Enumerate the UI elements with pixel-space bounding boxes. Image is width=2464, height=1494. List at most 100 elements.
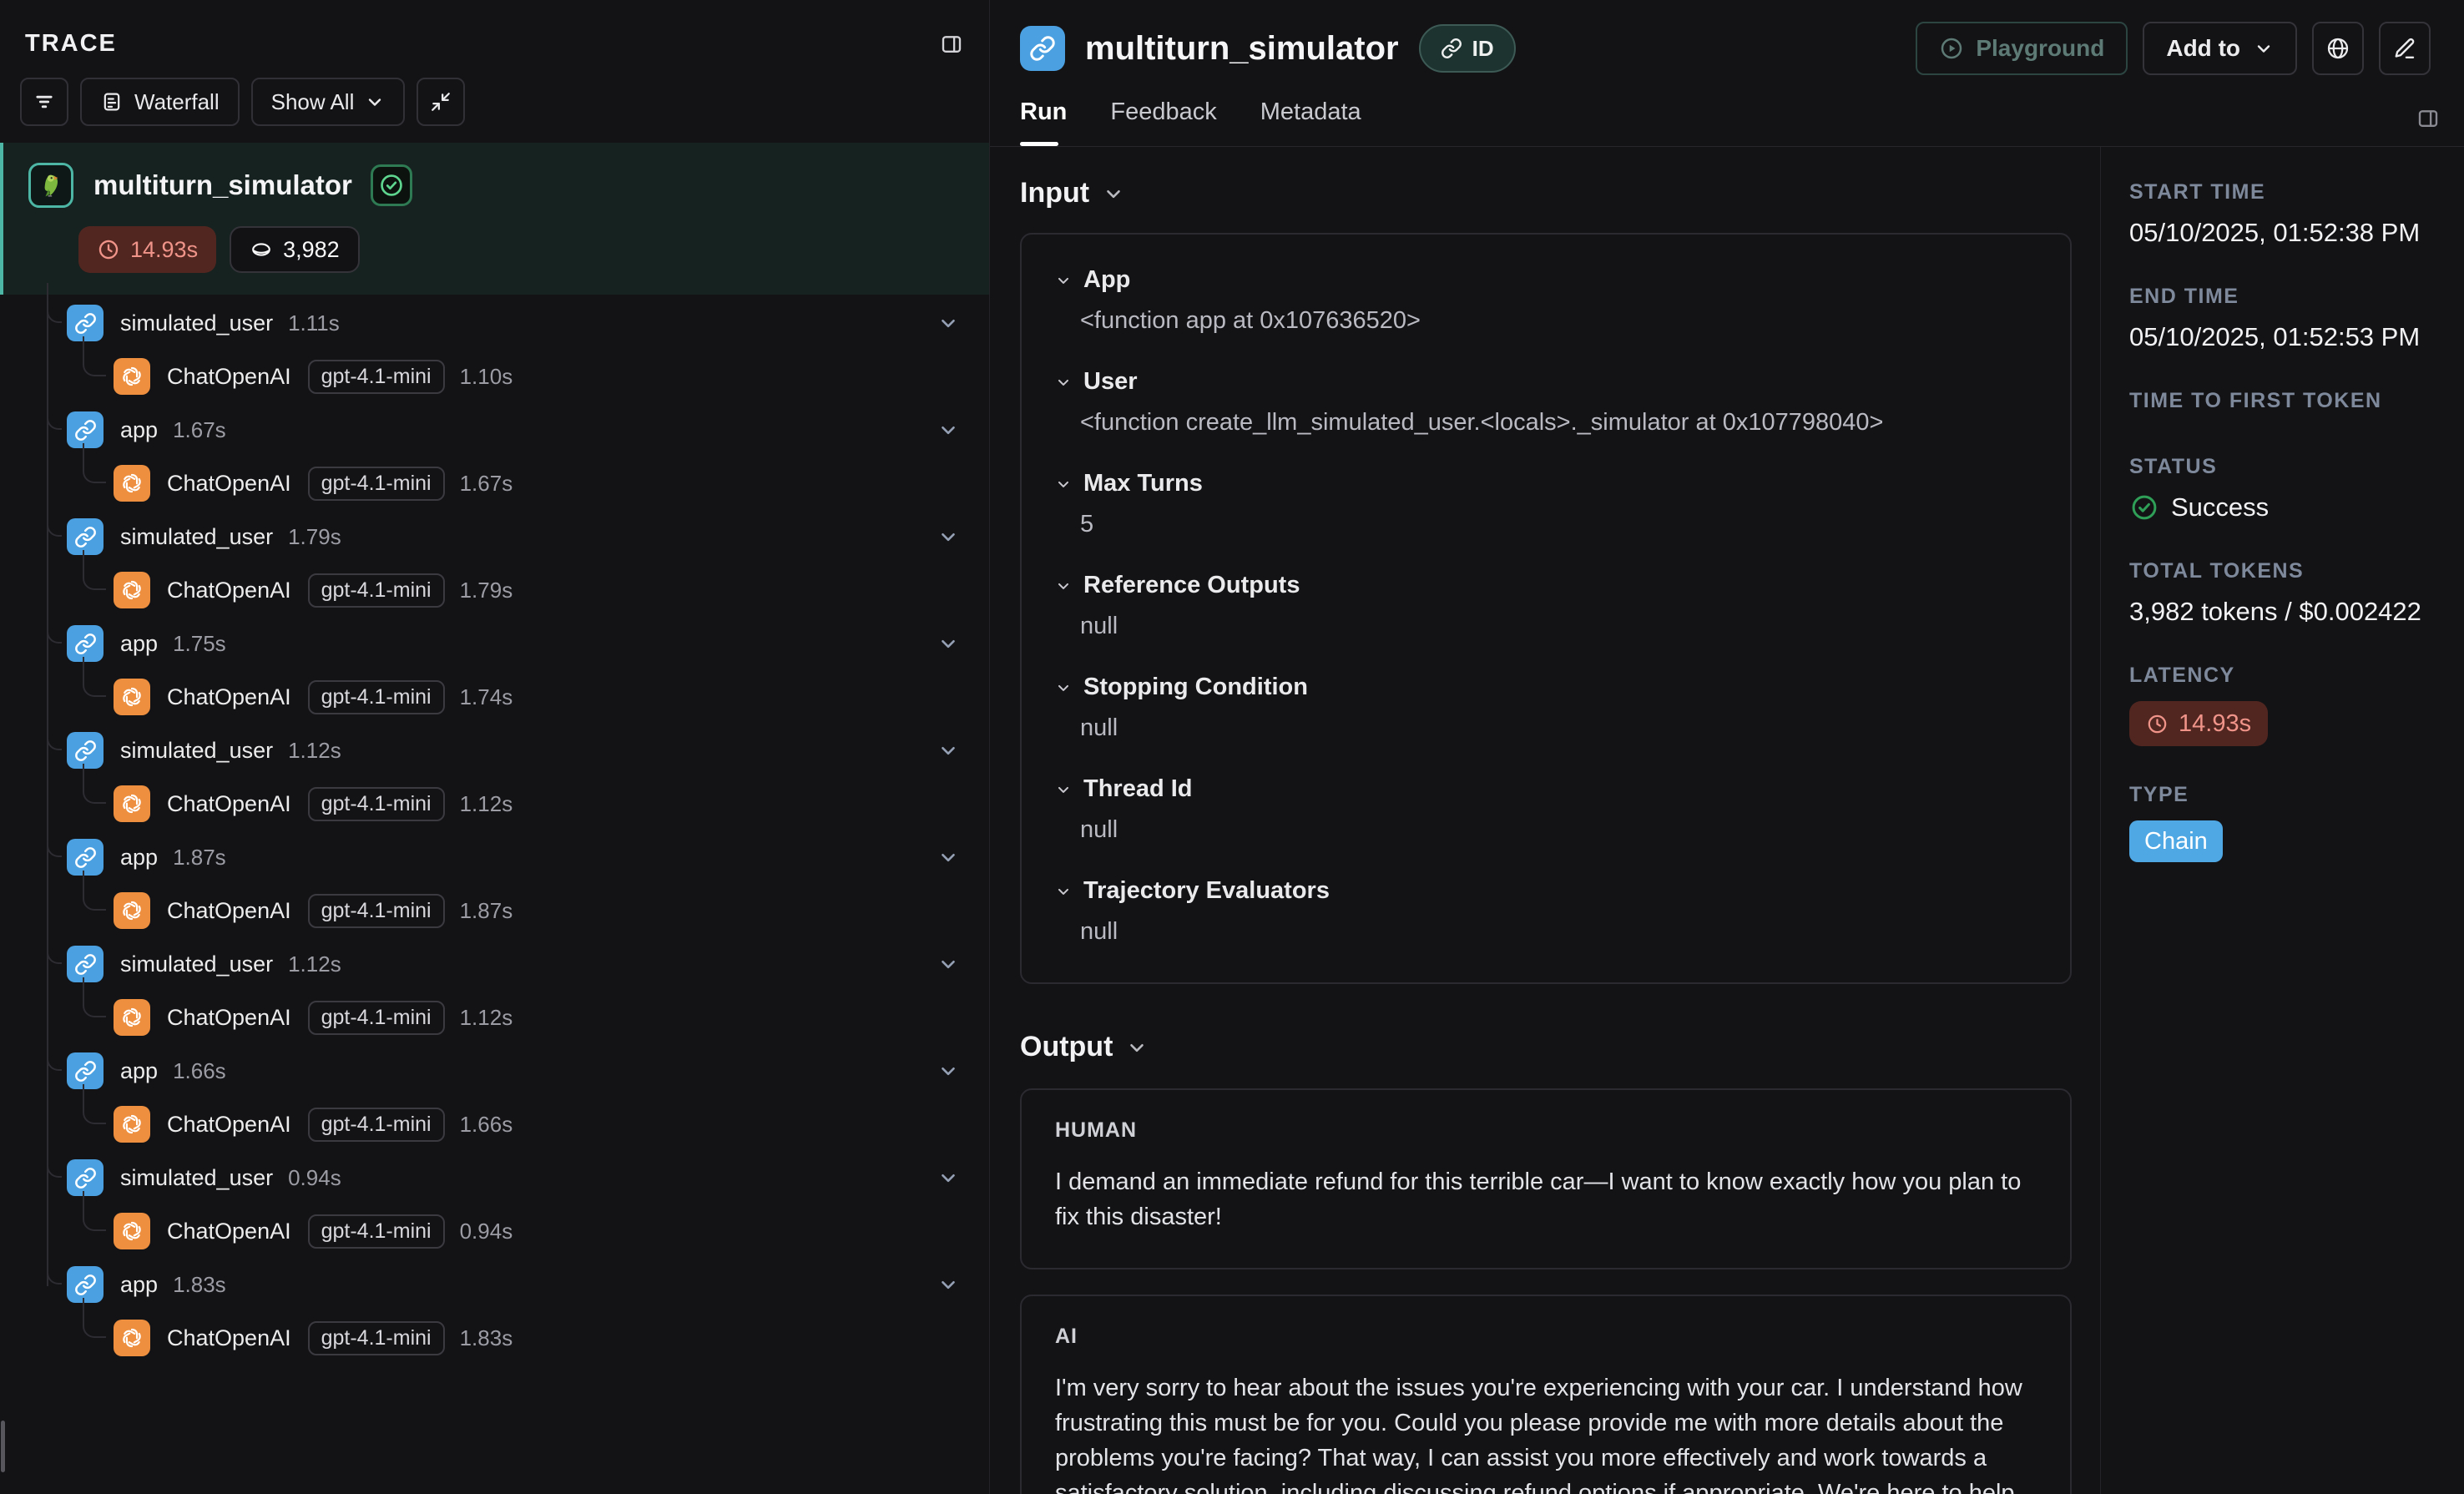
trace-llm-row[interactable]: ChatOpenAI gpt-4.1-mini 1.12s — [0, 991, 989, 1044]
field-value: null — [1080, 613, 2037, 640]
playground-label: Playground — [1976, 35, 2104, 62]
collapse-trace-panel-button[interactable] — [939, 32, 964, 57]
trace-span-row[interactable]: app 1.83s — [0, 1258, 989, 1311]
input-field-toggle[interactable]: Reference Outputs — [1055, 572, 2037, 599]
openai-icon — [114, 892, 150, 929]
span-duration: 1.67s — [460, 471, 513, 497]
tab-label: Metadata — [1260, 98, 1361, 125]
span-name: app — [120, 1272, 158, 1298]
trace-root-span[interactable]: multiturn_simulator 14.93s 3,982 — [0, 143, 989, 295]
span-name: simulated_user — [120, 524, 273, 550]
span-duration: 1.75s — [173, 631, 226, 657]
span-name: app — [120, 631, 158, 657]
trace-span-row[interactable]: app 1.87s — [0, 830, 989, 884]
trace-span-row[interactable]: simulated_user 1.79s — [0, 510, 989, 563]
field-label: User — [1083, 368, 1138, 396]
span-duration: 1.83s — [460, 1325, 513, 1351]
input-field-toggle[interactable]: User — [1055, 368, 2037, 396]
trace-llm-row[interactable]: ChatOpenAI gpt-4.1-mini 1.66s — [0, 1098, 989, 1151]
chevron-down-icon[interactable] — [937, 739, 959, 761]
chevron-down-icon — [1055, 883, 1072, 900]
total-tokens-value: 3,982 tokens / $0.002422 — [2129, 597, 2444, 627]
chevron-down-icon[interactable] — [937, 1274, 959, 1295]
root-latency-badge: 14.93s — [78, 226, 216, 273]
trace-llm-row[interactable]: ChatOpenAI gpt-4.1-mini 1.67s — [0, 457, 989, 510]
input-field-toggle[interactable]: Max Turns — [1055, 470, 2037, 497]
latency-badge: 14.93s — [2129, 701, 2268, 746]
span-name: ChatOpenAI — [167, 578, 291, 603]
trace-tree: simulated_user 1.11s ChatOpenAI gpt-4.1-… — [0, 296, 989, 1365]
input-field-toggle[interactable]: Trajectory Evaluators — [1055, 877, 2037, 905]
trace-span-row[interactable]: simulated_user 1.12s — [0, 937, 989, 991]
message-role: AI — [1055, 1325, 2037, 1349]
span-duration: 1.11s — [288, 310, 340, 336]
trace-llm-row[interactable]: ChatOpenAI gpt-4.1-mini 1.79s — [0, 563, 989, 617]
panel-toggle-icon — [2416, 106, 2441, 131]
chevron-down-icon[interactable] — [937, 633, 959, 654]
chevron-down-icon[interactable] — [937, 312, 959, 334]
edit-button[interactable] — [2379, 22, 2431, 75]
status-check-icon — [2129, 492, 2159, 522]
trace-span-row[interactable]: simulated_user 1.12s — [0, 724, 989, 777]
root-tokens-badge: 3,982 — [230, 226, 360, 273]
input-field-toggle[interactable]: Stopping Condition — [1055, 674, 2037, 701]
input-card: App <function app at 0x107636520> User <… — [1020, 233, 2072, 984]
trace-llm-row[interactable]: ChatOpenAI gpt-4.1-mini 1.83s — [0, 1311, 989, 1365]
run-header: multiturn_simulator ID Playground Add to — [990, 0, 2464, 75]
collapse-all-button[interactable] — [417, 78, 465, 126]
root-latency-value: 14.93s — [130, 237, 198, 263]
output-section-header[interactable]: Output — [1020, 1031, 2072, 1063]
show-all-dropdown[interactable]: Show All — [251, 78, 406, 126]
chevron-down-icon[interactable] — [937, 526, 959, 548]
openai-icon — [114, 465, 150, 502]
tree-connector-elbow — [83, 657, 106, 697]
tab-feedback[interactable]: Feedback — [1110, 98, 1216, 146]
input-field: Thread Id null — [1055, 775, 2037, 844]
run-content: Input App <function app at 0x107636520> … — [990, 147, 2100, 1494]
input-field: Max Turns 5 — [1055, 470, 2037, 538]
add-to-dropdown[interactable]: Add to — [2143, 22, 2297, 75]
trace-llm-row[interactable]: ChatOpenAI gpt-4.1-mini 1.87s — [0, 884, 989, 937]
chevron-down-icon[interactable] — [937, 419, 959, 441]
input-field-toggle[interactable]: Thread Id — [1055, 775, 2037, 803]
trace-llm-row[interactable]: ChatOpenAI gpt-4.1-mini 1.10s — [0, 350, 989, 403]
input-field-toggle[interactable]: App — [1055, 266, 2037, 294]
trace-span-row[interactable]: app 1.66s — [0, 1044, 989, 1098]
tab-metadata[interactable]: Metadata — [1260, 98, 1361, 146]
span-duration: 1.66s — [460, 1112, 513, 1138]
pencil-icon — [2392, 36, 2417, 61]
chevron-down-icon[interactable] — [937, 953, 959, 975]
filter-button[interactable] — [20, 78, 68, 126]
field-label: Trajectory Evaluators — [1083, 877, 1330, 905]
run-id-badge[interactable]: ID — [1419, 24, 1516, 73]
time-to-first-token-label: TIME TO FIRST TOKEN — [2129, 389, 2444, 413]
token-coin-icon — [250, 238, 273, 261]
globe-icon — [2325, 36, 2350, 61]
chevron-down-icon — [1055, 679, 1072, 696]
span-duration: 1.79s — [288, 524, 341, 550]
trace-llm-row[interactable]: ChatOpenAI gpt-4.1-mini 1.74s — [0, 670, 989, 724]
trace-llm-row[interactable]: ChatOpenAI gpt-4.1-mini 0.94s — [0, 1204, 989, 1258]
trace-span-row[interactable]: app 1.67s — [0, 403, 989, 457]
playground-button[interactable]: Playground — [1916, 22, 2128, 75]
collapse-details-panel-button[interactable] — [2416, 106, 2441, 131]
span-name: ChatOpenAI — [167, 791, 291, 817]
trace-span-row[interactable]: simulated_user 1.11s — [0, 296, 989, 350]
openai-icon — [114, 1320, 150, 1356]
share-globe-button[interactable] — [2312, 22, 2364, 75]
left-scrollbar-thumb[interactable] — [1, 1421, 5, 1472]
openai-icon — [114, 358, 150, 395]
trace-span-row[interactable]: app 1.75s — [0, 617, 989, 670]
chevron-down-icon[interactable] — [937, 1167, 959, 1189]
input-section-header[interactable]: Input — [1020, 177, 2072, 209]
waterfall-button[interactable]: Waterfall — [80, 78, 240, 126]
chevron-down-icon[interactable] — [937, 846, 959, 868]
parrot-icon — [28, 163, 73, 208]
trace-span-row[interactable]: simulated_user 0.94s — [0, 1151, 989, 1204]
trace-llm-row[interactable]: ChatOpenAI gpt-4.1-mini 1.12s — [0, 777, 989, 830]
tab-run[interactable]: Run — [1020, 98, 1067, 146]
chevron-down-icon — [1126, 1037, 1148, 1058]
tab-bar: Run Feedback Metadata — [990, 75, 2464, 147]
tree-connector-elbow — [83, 550, 106, 590]
chevron-down-icon[interactable] — [937, 1060, 959, 1082]
